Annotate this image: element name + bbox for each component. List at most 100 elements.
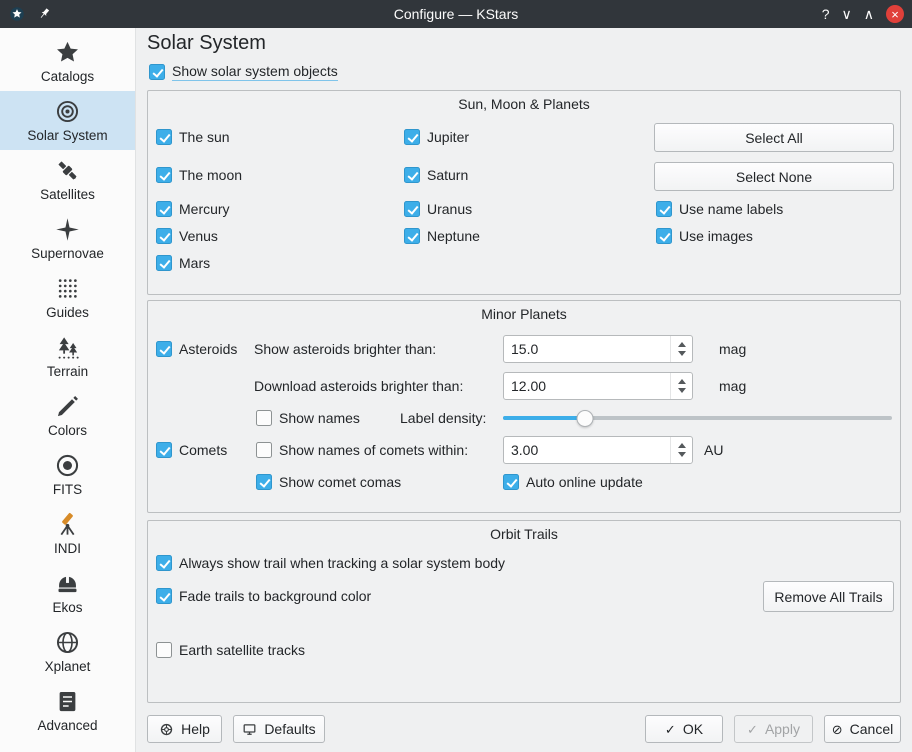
- sidebar-item-indi[interactable]: INDI: [0, 504, 135, 563]
- sidebar-item-colors[interactable]: Colors: [0, 386, 135, 445]
- mag-unit-label: mag: [719, 338, 746, 360]
- the-moon-checkbox[interactable]: The moon: [156, 164, 242, 186]
- help-button[interactable]: Help: [147, 715, 222, 743]
- ok-button[interactable]: ✓ OK: [645, 715, 723, 743]
- checkbox-indicator[interactable]: [256, 410, 272, 426]
- orbit-icon: [54, 98, 81, 125]
- spin-up-arrow[interactable]: [678, 342, 686, 347]
- comets-checkbox[interactable]: Comets: [156, 439, 227, 461]
- sidebar-item-guides[interactable]: Guides: [0, 268, 135, 327]
- minimize-button[interactable]: ∨: [842, 7, 852, 21]
- use-name-labels-checkbox[interactable]: Use name labels: [656, 198, 783, 220]
- the-sun-checkbox[interactable]: The sun: [156, 126, 230, 148]
- sidebar-item-catalogs[interactable]: Catalogs: [0, 32, 135, 91]
- window-title: Configure — KStars: [0, 6, 912, 22]
- telescope-icon: [54, 511, 81, 538]
- mercury-checkbox[interactable]: Mercury: [156, 198, 230, 220]
- sun-moon-planets-group: Sun, Moon & Planets The sun The moon Mer…: [147, 90, 901, 295]
- checkbox-indicator[interactable]: [156, 588, 172, 604]
- sidebar-item-ekos[interactable]: Ekos: [0, 563, 135, 622]
- remove-all-trails-button[interactable]: Remove All Trails: [763, 581, 894, 612]
- sidebar-item-terrain[interactable]: Terrain: [0, 327, 135, 386]
- maximize-button[interactable]: ∧: [864, 7, 874, 21]
- uranus-checkbox[interactable]: Uranus: [404, 198, 472, 220]
- always-show-trail-checkbox[interactable]: Always show trail when tracking a solar …: [156, 552, 505, 574]
- earth-satellite-tracks-checkbox[interactable]: Earth satellite tracks: [156, 639, 305, 661]
- spin-down-arrow[interactable]: [678, 452, 686, 457]
- download-magnitude-spinbox[interactable]: 12.00: [503, 372, 693, 400]
- titlebar: Configure — KStars ? ∨ ∧ ×: [0, 0, 912, 28]
- checkbox-indicator[interactable]: [149, 64, 165, 80]
- spin-down-arrow[interactable]: [678, 351, 686, 356]
- spin-up-arrow[interactable]: [678, 379, 686, 384]
- solar-system-page: Solar System Show solar system objects S…: [136, 28, 912, 752]
- checkbox-indicator[interactable]: [156, 341, 172, 357]
- spin-up-arrow[interactable]: [678, 443, 686, 448]
- au-unit-label: AU: [704, 439, 723, 461]
- checkbox-indicator[interactable]: [156, 129, 172, 145]
- trees-icon: [54, 334, 81, 361]
- pen-icon: [54, 393, 81, 420]
- use-images-checkbox[interactable]: Use images: [656, 225, 753, 247]
- checkbox-indicator[interactable]: [156, 255, 172, 271]
- neptune-checkbox[interactable]: Neptune: [404, 225, 480, 247]
- checkbox-indicator[interactable]: [156, 442, 172, 458]
- titlebar-left-icons: [8, 0, 52, 28]
- sidebar-item-fits[interactable]: FITS: [0, 445, 135, 504]
- show-solar-system-objects-checkbox[interactable]: Show solar system objects: [149, 61, 338, 83]
- check-icon: ✓: [747, 723, 758, 736]
- show-comet-names-within-checkbox[interactable]: Show names of comets within:: [256, 439, 468, 461]
- defaults-button[interactable]: Defaults: [233, 715, 325, 743]
- apply-button[interactable]: ✓ Apply: [734, 715, 813, 743]
- select-none-button[interactable]: Select None: [654, 162, 894, 191]
- group-title: Orbit Trails: [148, 526, 900, 542]
- label-density-slider[interactable]: [503, 409, 892, 427]
- show-comet-comas-checkbox[interactable]: Show comet comas: [256, 471, 401, 493]
- checkbox-indicator[interactable]: [503, 474, 519, 490]
- checkbox-indicator[interactable]: [404, 201, 420, 217]
- sidebar-item-advanced[interactable]: Advanced: [0, 681, 135, 740]
- sidebar-item-xplanet[interactable]: Xplanet: [0, 622, 135, 681]
- checkbox-indicator[interactable]: [156, 201, 172, 217]
- show-names-checkbox[interactable]: Show names: [256, 407, 360, 429]
- fade-trails-checkbox[interactable]: Fade trails to background color: [156, 585, 371, 607]
- checkbox-indicator[interactable]: [156, 167, 172, 183]
- cancel-button[interactable]: ⊘ Cancel: [824, 715, 901, 743]
- spin-down-arrow[interactable]: [678, 388, 686, 393]
- checkbox-indicator[interactable]: [404, 228, 420, 244]
- checkbox-indicator[interactable]: [656, 201, 672, 217]
- asteroids-checkbox[interactable]: Asteroids: [156, 338, 237, 360]
- titlebar-buttons: ? ∨ ∧ ×: [822, 0, 904, 28]
- app-icon: [8, 5, 26, 23]
- download-asteroids-brighter-label: Download asteroids brighter than:: [254, 375, 463, 397]
- show-asteroids-brighter-label: Show asteroids brighter than:: [254, 338, 436, 360]
- checkbox-indicator[interactable]: [156, 228, 172, 244]
- help-icon: [159, 722, 174, 737]
- checkbox-indicator[interactable]: [156, 642, 172, 658]
- pin-icon[interactable]: [36, 6, 52, 22]
- group-title: Sun, Moon & Planets: [148, 96, 900, 112]
- select-all-button[interactable]: Select All: [654, 123, 894, 152]
- sidebar-item-solar-system[interactable]: Solar System: [0, 91, 135, 150]
- close-button[interactable]: ×: [886, 5, 904, 23]
- context-help-button[interactable]: ?: [822, 7, 830, 21]
- asteroid-magnitude-spinbox[interactable]: 15.0: [503, 335, 693, 363]
- checkbox-indicator[interactable]: [256, 442, 272, 458]
- checkbox-indicator[interactable]: [404, 129, 420, 145]
- orbit-trails-group: Orbit Trails Always show trail when trac…: [147, 520, 901, 703]
- slider-handle[interactable]: [576, 410, 593, 427]
- checkbox-indicator[interactable]: [156, 555, 172, 571]
- auto-online-update-checkbox[interactable]: Auto online update: [503, 471, 643, 493]
- label-density-label: Label density:: [400, 407, 486, 429]
- checkbox-indicator[interactable]: [656, 228, 672, 244]
- saturn-checkbox[interactable]: Saturn: [404, 164, 468, 186]
- jupiter-checkbox[interactable]: Jupiter: [404, 126, 469, 148]
- sidebar-item-supernovae[interactable]: Supernovae: [0, 209, 135, 268]
- sidebar-item-satellites[interactable]: Satellites: [0, 150, 135, 209]
- venus-checkbox[interactable]: Venus: [156, 225, 218, 247]
- comet-distance-spinbox[interactable]: 3.00: [503, 436, 693, 464]
- mars-checkbox[interactable]: Mars: [156, 252, 210, 274]
- checkbox-indicator[interactable]: [256, 474, 272, 490]
- checkbox-indicator[interactable]: [404, 167, 420, 183]
- defaults-icon: [242, 722, 257, 737]
